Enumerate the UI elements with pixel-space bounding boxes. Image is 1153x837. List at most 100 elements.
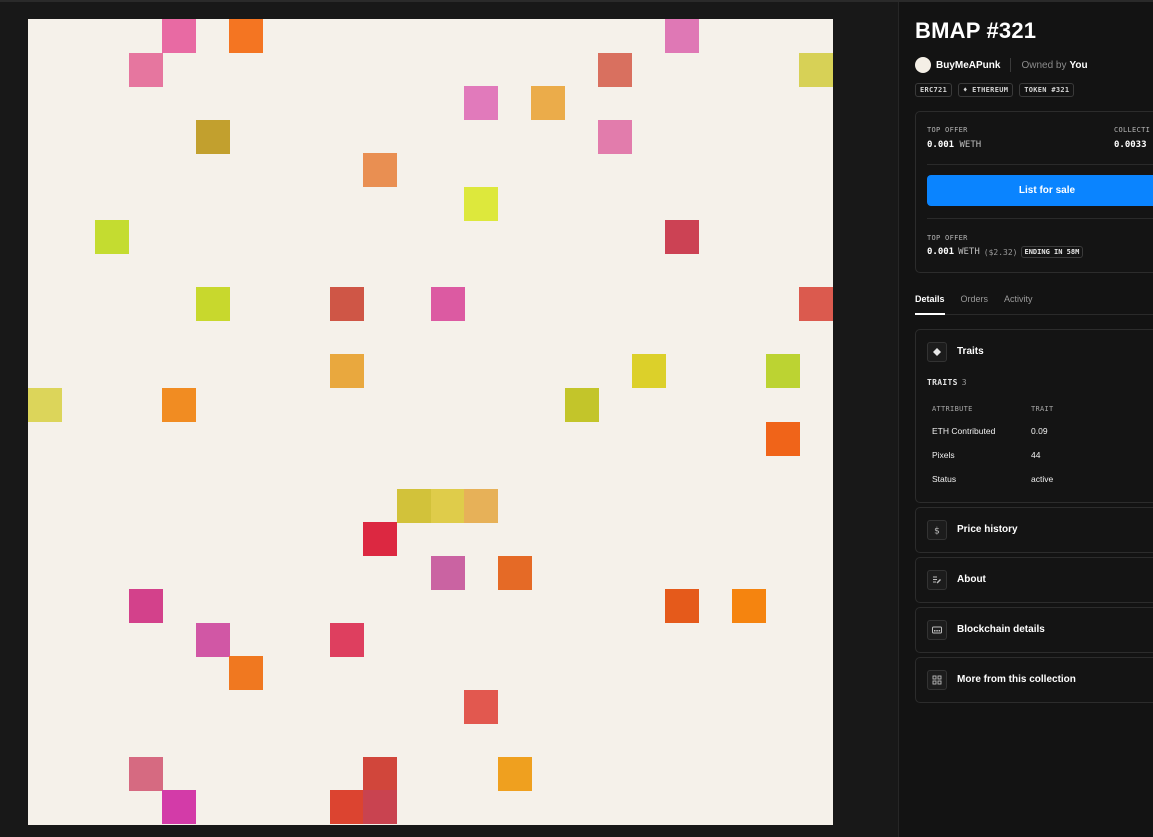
card-divider bbox=[927, 218, 1153, 219]
badge-chain: ♦ ETHEREUM bbox=[958, 83, 1014, 97]
card-divider bbox=[927, 164, 1153, 165]
top-offer-detail-value: 0.001 bbox=[927, 247, 955, 257]
blockchain-header[interactable]: Blockchain details bbox=[916, 608, 1153, 651]
artwork-pixel bbox=[464, 187, 498, 221]
list-for-sale-button[interactable]: List for sale bbox=[927, 175, 1153, 206]
artwork-pixel bbox=[363, 790, 397, 824]
artwork-pixel bbox=[665, 19, 699, 53]
artwork-pixel bbox=[665, 589, 699, 623]
tab-activity[interactable]: Activity bbox=[1004, 290, 1033, 314]
more-collection-title: More from this collection bbox=[957, 674, 1076, 685]
token-badges: ERC721 ♦ ETHEREUM TOKEN #321 bbox=[915, 83, 1075, 97]
artwork-pixel bbox=[363, 757, 397, 791]
creator-name[interactable]: BuyMeAPunk bbox=[936, 60, 1000, 71]
details-sidebar: BMAP #321 BuyMeAPunk Owned by You ERC721… bbox=[899, 2, 1153, 837]
artwork-pixel bbox=[598, 53, 632, 87]
collection-block: COLLECTI 0.0033 bbox=[1114, 126, 1150, 150]
artwork-pixel bbox=[229, 656, 263, 690]
about-header[interactable]: About bbox=[916, 558, 1153, 601]
artwork-pixel bbox=[196, 287, 230, 321]
more-collection-header[interactable]: More from this collection bbox=[916, 658, 1153, 701]
artwork-pixel bbox=[196, 623, 230, 657]
traits-col-attribute: ATTRIBUTE bbox=[932, 405, 973, 413]
creator-avatar[interactable] bbox=[915, 57, 931, 73]
artwork-pixel bbox=[330, 354, 364, 388]
owner-separator bbox=[1010, 58, 1012, 72]
traits-label-text: TRAITS bbox=[927, 378, 958, 387]
top-offer-usd: ($2.32) bbox=[983, 247, 1018, 257]
collection-label: COLLECTI bbox=[1114, 126, 1151, 134]
price-history-panel[interactable]: $ Price history bbox=[915, 507, 1153, 553]
collection-value: 0.0033 bbox=[1114, 140, 1147, 150]
dollar-icon: $ bbox=[927, 519, 947, 540]
artwork-pixel bbox=[363, 522, 397, 556]
artwork-pixel bbox=[229, 19, 263, 53]
artwork-pixel bbox=[28, 388, 62, 422]
artwork-pixel bbox=[95, 220, 129, 254]
diamond-icon bbox=[927, 341, 947, 362]
artwork-pixel bbox=[431, 489, 465, 523]
token-title: BMAP #321 bbox=[915, 18, 1037, 43]
trait-attribute: Status bbox=[932, 474, 957, 484]
blockchain-title: Blockchain details bbox=[957, 624, 1045, 635]
artwork-pixel bbox=[464, 690, 498, 724]
artwork-pixel bbox=[799, 53, 833, 87]
badge-standard: ERC721 bbox=[915, 83, 953, 97]
price-history-title: Price history bbox=[957, 524, 1018, 535]
top-offer-block: TOP OFFER 0.001 WETH bbox=[927, 126, 981, 150]
edit-icon bbox=[927, 569, 947, 590]
top-offer-detail-price: 0.001 WETH ($2.32) ENDING IN 58M bbox=[927, 246, 1084, 258]
artwork-pixel bbox=[129, 757, 163, 791]
traits-col-trait: TRAIT bbox=[1031, 405, 1054, 413]
owned-by-value[interactable]: You bbox=[1069, 60, 1087, 71]
top-offer-unit: WETH bbox=[959, 140, 982, 150]
artwork-pixel bbox=[565, 388, 599, 422]
owner-row: BuyMeAPunk Owned by You bbox=[915, 56, 1088, 74]
trait-attribute: ETH Contributed bbox=[932, 426, 996, 436]
traits-label: TRAITS 3 bbox=[927, 378, 967, 387]
top-offer-detail-label: TOP OFFER bbox=[927, 234, 968, 242]
blockchain-panel[interactable]: Blockchain details bbox=[915, 607, 1153, 653]
traits-count: 3 bbox=[961, 378, 967, 387]
artwork-pixel bbox=[129, 589, 163, 623]
top-offer-label: TOP OFFER bbox=[927, 126, 968, 134]
top-offer-price: 0.001 WETH bbox=[927, 140, 981, 150]
svg-text:$: $ bbox=[934, 526, 940, 535]
artwork-pixel bbox=[330, 790, 364, 824]
traits-title: Traits bbox=[957, 346, 984, 357]
price-history-header[interactable]: $ Price history bbox=[916, 508, 1153, 551]
nft-artwork bbox=[28, 19, 833, 825]
traits-panel-header[interactable]: Traits bbox=[916, 330, 1153, 373]
trait-value: 0.09 bbox=[1031, 426, 1048, 436]
traits-panel: Traits TRAITS 3 ATTRIBUTE TRAIT ETH Contr… bbox=[915, 329, 1153, 503]
artwork-pixel bbox=[632, 354, 666, 388]
about-title: About bbox=[957, 574, 986, 585]
top-offer-value: 0.001 bbox=[927, 140, 955, 150]
artwork-pixel bbox=[498, 556, 532, 590]
artwork-pixel bbox=[598, 120, 632, 154]
artwork-pixel bbox=[363, 153, 397, 187]
artwork-pixel bbox=[330, 287, 364, 321]
artwork-pixel bbox=[665, 220, 699, 254]
artwork-pixel bbox=[431, 556, 465, 590]
trait-attribute: Pixels bbox=[932, 450, 955, 460]
artwork-pixel bbox=[464, 489, 498, 523]
artwork-pixel bbox=[766, 422, 800, 456]
owned-by-label: Owned by bbox=[1021, 59, 1067, 71]
badge-token-id: TOKEN #321 bbox=[1019, 83, 1075, 97]
top-offer-detail-unit: WETH bbox=[958, 247, 980, 257]
artwork-pixel bbox=[431, 287, 465, 321]
tab-orders[interactable]: Orders bbox=[961, 290, 989, 314]
artwork-pixel bbox=[498, 757, 532, 791]
artwork-pixel bbox=[799, 287, 833, 321]
grid-icon bbox=[927, 669, 947, 690]
tab-details[interactable]: Details bbox=[915, 290, 945, 315]
artwork-pixel bbox=[464, 86, 498, 120]
artwork-pixel bbox=[531, 86, 565, 120]
trait-value: 44 bbox=[1031, 450, 1041, 460]
artwork-pixel bbox=[196, 120, 230, 154]
ending-badge: ENDING IN 58M bbox=[1020, 246, 1084, 258]
artwork-pixel bbox=[162, 19, 196, 53]
about-panel[interactable]: About bbox=[915, 557, 1153, 603]
more-collection-panel[interactable]: More from this collection bbox=[915, 657, 1153, 703]
